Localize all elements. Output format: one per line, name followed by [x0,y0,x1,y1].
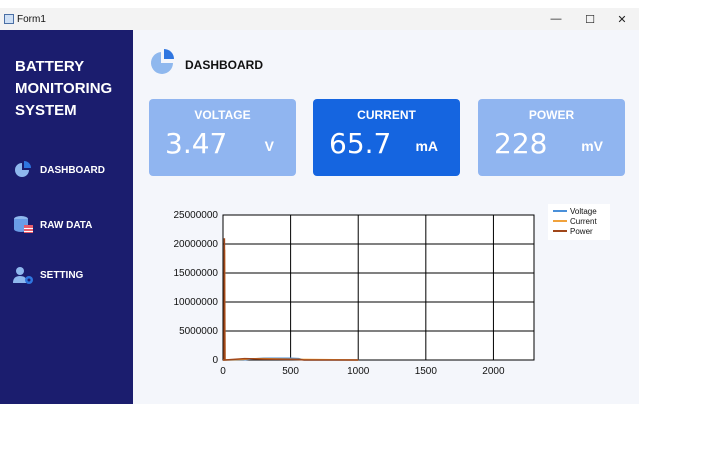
plot-area [222,214,535,361]
voltage-card: VOLTAGE 3.47 V [149,99,296,176]
x-tick-label: 1000 [347,366,370,377]
x-tick-label: 500 [282,366,299,377]
minimize-button[interactable]: — [540,8,572,30]
card-label: POWER [528,108,575,122]
legend-label: Voltage [570,207,597,216]
page-title: DASHBOARD [185,57,263,72]
x-tick-label: 0 [220,366,226,377]
x-tick-label: 2000 [482,366,505,377]
current-card: CURRENT 65.7 mA [313,99,460,176]
card-label: CURRENT [357,108,416,122]
y-tick-label: 10000000 [174,297,219,308]
sidebar: BATTERY MONITORING SYSTEM DASHBOARD RAW … [0,30,133,404]
power-card: POWER 228 mV [478,99,625,176]
close-button[interactable]: ✕ [606,8,638,30]
sidebar-item-setting[interactable]: SETTING [12,264,83,286]
y-tick-label: 25000000 [174,210,219,221]
maximize-button[interactable]: ☐ [574,8,606,30]
pie-chart-icon [12,160,34,180]
card-value: 3.47 [165,127,228,160]
pie-chart-icon [149,48,177,81]
legend-label: Power [570,227,593,236]
card-unit: V [264,138,274,154]
user-gear-icon [12,265,34,285]
line-chart: 0 500 1000 1500 2000 0 5000000 10000000 15000000… [174,204,610,377]
sidebar-item-label: DASHBOARD [40,164,105,176]
brand-line: BATTERY [15,58,85,75]
card-value: 228 [494,127,548,160]
sidebar-item-dashboard[interactable]: DASHBOARD [12,159,105,181]
brand-title: BATTERY MONITORING SYSTEM [15,56,130,122]
y-tick-label: 15000000 [174,268,219,279]
card-unit: mA [415,138,438,154]
card-label: VOLTAGE [194,108,251,122]
title-bar: Form1 — ☐ ✕ [0,8,639,30]
card-unit: mV [581,138,603,154]
y-tick-label: 5000000 [179,326,218,337]
brand-line: MONITORING [15,80,113,97]
main-content: DASHBOARD VOLTAGE 3.47 V CURRENT 65.7 mA… [133,30,639,404]
sidebar-item-label: RAW DATA [40,219,93,231]
app-window: Form1 — ☐ ✕ BATTERY MONITORING SYSTEM DA… [0,8,639,404]
brand-line: SYSTEM [15,102,77,119]
page-header: DASHBOARD [149,48,263,81]
card-value: 65.7 [329,127,392,160]
y-tick-label: 20000000 [174,239,219,250]
database-icon [12,215,34,235]
sidebar-item-label: SETTING [40,269,84,281]
x-tick-label: 1500 [415,366,438,377]
app-icon [4,14,14,24]
window-title: Form1 [17,13,46,25]
chart: 0 500 1000 1500 2000 0 5000000 10000000 15000000… [173,203,613,403]
y-tick-label: 0 [212,355,218,366]
legend-label: Current [570,217,597,226]
sidebar-item-raw-data[interactable]: RAW DATA [12,214,92,236]
